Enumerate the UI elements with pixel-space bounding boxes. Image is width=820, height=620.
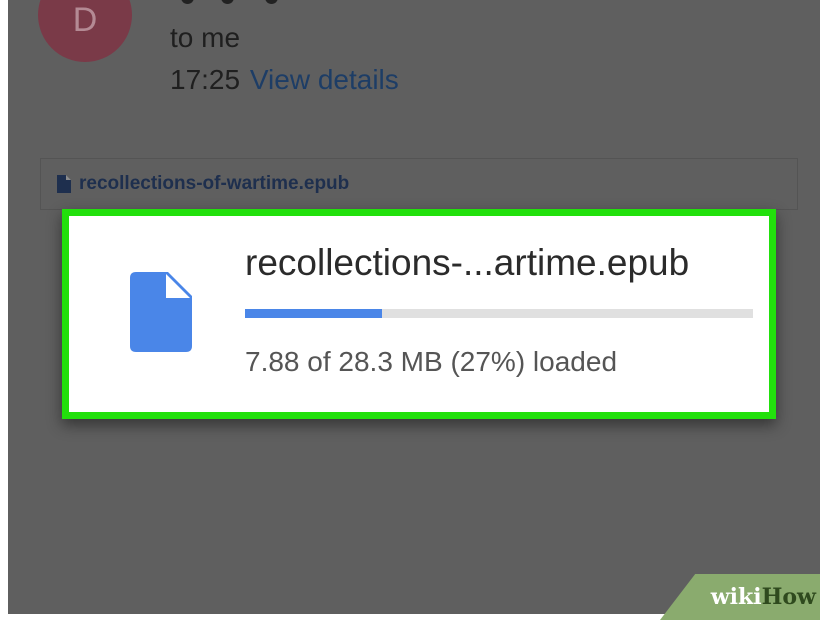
attachment-name: recollections-of-wartime.epub	[79, 173, 350, 194]
recipient-label: to me	[170, 22, 241, 53]
email-meta: 17:25 View details	[170, 64, 399, 96]
sender-name-partial	[173, 0, 293, 6]
view-details-link[interactable]: View details	[250, 64, 399, 95]
watermark-part1: wiki	[710, 584, 762, 610]
download-progress-bar	[245, 309, 753, 318]
download-title: recollections-...artime.epub	[245, 242, 690, 283]
attachment-chip[interactable]: recollections-of-wartime.epub	[40, 158, 798, 210]
download-status: 7.88 of 28.3 MB (27%) loaded	[245, 346, 618, 377]
file-icon	[57, 175, 71, 193]
download-notification[interactable]: recollections-...artime.epub 7.88 of 28.…	[62, 209, 776, 419]
sender-avatar[interactable]: D	[38, 0, 132, 62]
download-progress-fill	[245, 309, 383, 318]
watermark-part2: How	[761, 584, 816, 610]
avatar-letter: D	[72, 1, 98, 39]
document-icon	[130, 272, 192, 352]
email-time: 17:25	[170, 64, 241, 95]
